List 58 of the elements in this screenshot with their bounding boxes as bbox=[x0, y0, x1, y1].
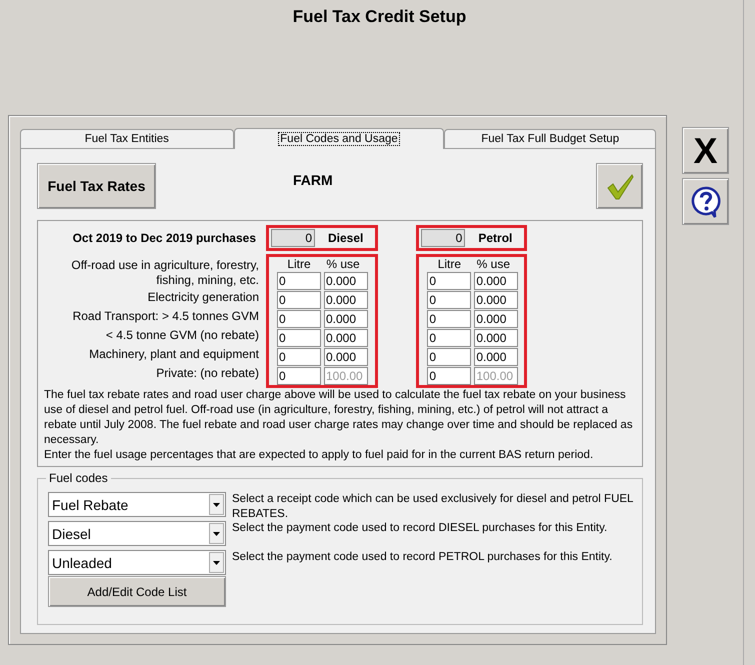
column-header: Litre bbox=[286, 257, 312, 271]
dropdown-arrow-icon bbox=[213, 560, 220, 564]
code-description: Select the payment code used to record PETROL purchases for this Entity. bbox=[232, 550, 614, 565]
litre-field[interactable]: 0 bbox=[427, 328, 472, 346]
group-label: Fuel codes bbox=[46, 471, 111, 485]
confirm-button[interactable] bbox=[596, 163, 643, 209]
percent-field[interactable]: 0.000 bbox=[474, 290, 518, 308]
window-title: Fuel Tax Credit Setup bbox=[292, 6, 468, 28]
percent-field[interactable]: 0.000 bbox=[474, 272, 518, 290]
usage-label: Electricity generation bbox=[146, 289, 259, 306]
column-header: % use bbox=[476, 257, 512, 271]
usage-label: Machinery, plant and equipment bbox=[88, 346, 259, 363]
dropdown-arrow-icon bbox=[213, 502, 220, 506]
percent-field[interactable]: 0.000 bbox=[474, 310, 518, 328]
percent-field[interactable]: 0.000 bbox=[324, 272, 368, 290]
code-dropdown[interactable]: Unleaded bbox=[48, 550, 226, 575]
total-field: 0 bbox=[421, 229, 466, 247]
tab[interactable]: Fuel Tax Entities bbox=[20, 129, 234, 148]
litre-field[interactable]: 0 bbox=[277, 272, 321, 290]
usage-label: Off-road use in agriculture, forestry, fishing, mining, etc. bbox=[70, 257, 259, 289]
edit-code-list-button[interactable]: Add/Edit Code List bbox=[48, 576, 226, 607]
column-header: % use bbox=[325, 257, 361, 271]
usage-label: Road Transport: > 4.5 tonnes GVM bbox=[72, 308, 259, 325]
litre-field[interactable]: 0 bbox=[427, 272, 472, 290]
total-field: 0 bbox=[271, 229, 315, 247]
percent-field[interactable]: 0.000 bbox=[324, 310, 368, 328]
help-button[interactable] bbox=[682, 178, 729, 225]
fuel-name: Diesel bbox=[328, 231, 364, 245]
litre-field[interactable]: 0 bbox=[427, 310, 472, 328]
code-dropdown[interactable]: Fuel Rebate bbox=[48, 492, 226, 517]
dropdown-arrow-icon bbox=[213, 532, 220, 536]
percent-field[interactable]: 0.000 bbox=[324, 328, 368, 346]
percent-field[interactable]: 0.000 bbox=[474, 348, 518, 366]
column-header: Litre bbox=[436, 257, 462, 271]
entity-name: FARM bbox=[293, 172, 334, 188]
info-text: Enter the fuel usage percentages that are expected to apply to fuel paid for in the current BAS return period. bbox=[44, 448, 594, 463]
code-dropdown[interactable]: Diesel bbox=[48, 521, 226, 546]
fuel-name: Petrol bbox=[478, 231, 512, 245]
close-button[interactable]: X bbox=[682, 127, 729, 174]
code-description: Select a receipt code which can be used exclusively for diesel and petrol FUEL REBATES. bbox=[232, 492, 634, 522]
help-icon bbox=[690, 186, 720, 218]
usage-label: < 4.5 tonne GVM (no rebate) bbox=[104, 327, 259, 344]
litre-field[interactable]: 0 bbox=[277, 290, 321, 308]
tab[interactable]: Fuel Codes and Usage bbox=[234, 128, 444, 149]
info-text: The fuel tax rebate rates and road user charge above will be used to calculate the fuel tax rebate on your business use of diesel and petrol fuel. Off-road use (in agriculture, forestry, fishing, mining, etc.) of petrol will not attract a rebate until July 2008. The fuel rebate and road user charge rates may change over time and should be replaced as necessary. bbox=[44, 388, 634, 448]
litre-field[interactable]: 0 bbox=[277, 328, 321, 346]
percent-field[interactable]: 0.000 bbox=[324, 290, 368, 308]
litre-field[interactable]: 0 bbox=[277, 348, 321, 366]
litre-field[interactable]: 0 bbox=[277, 310, 321, 328]
tab[interactable]: Fuel Tax Full Budget Setup bbox=[444, 129, 656, 148]
fuel-tax-rates-button[interactable]: Fuel Tax Rates bbox=[37, 163, 156, 209]
percent-field[interactable]: 0.000 bbox=[324, 348, 368, 366]
usage-label: Private: (no rebate) bbox=[155, 365, 259, 382]
code-description: Select the payment code used to record DIESEL purchases for this Entity. bbox=[232, 521, 608, 536]
percent-field[interactable]: 0.000 bbox=[474, 328, 518, 346]
litre-field[interactable]: 0 bbox=[427, 290, 472, 308]
litre-field[interactable]: 0 bbox=[427, 348, 472, 366]
period-label: Oct 2019 to Dec 2019 purchases bbox=[72, 230, 257, 247]
